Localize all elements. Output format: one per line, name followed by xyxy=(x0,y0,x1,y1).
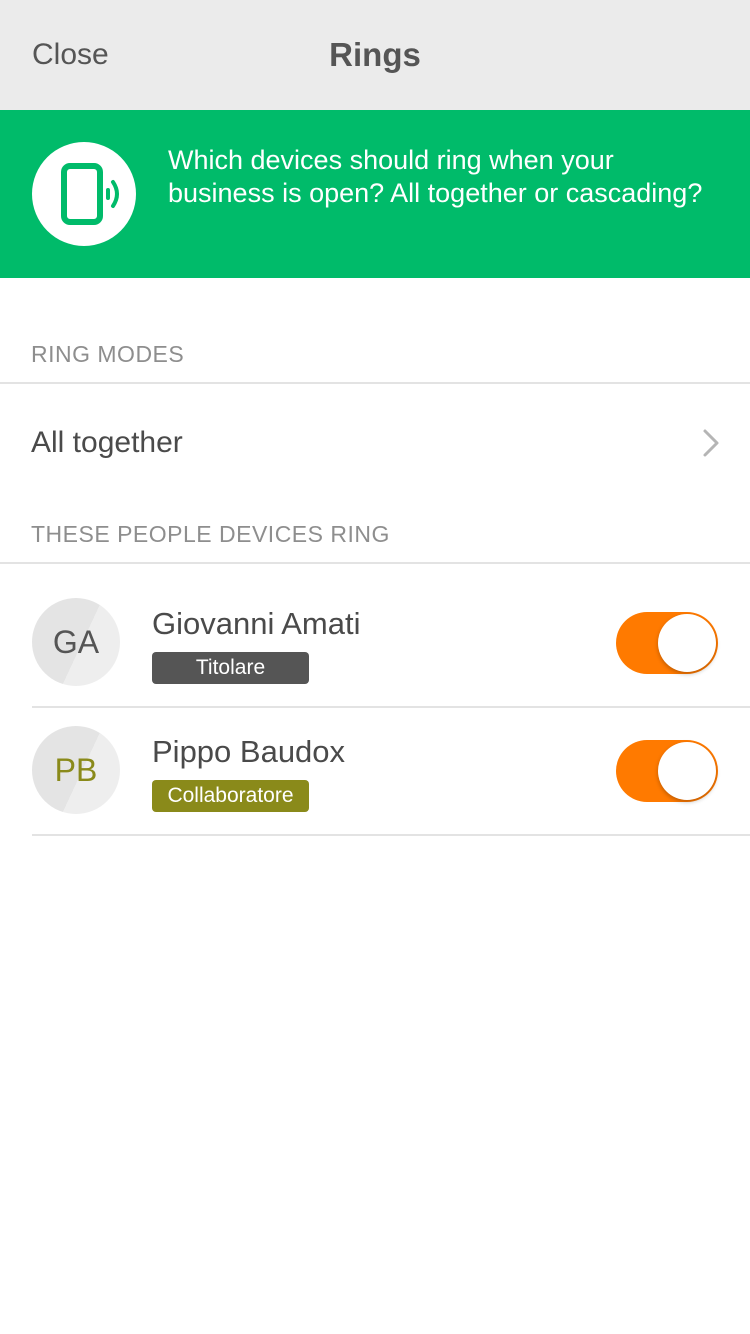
person-name: Pippo Baudox xyxy=(152,734,346,769)
toggle-knob xyxy=(658,614,716,672)
avatar: PB xyxy=(32,726,120,814)
chevron-right-icon xyxy=(703,429,719,457)
person-row-giovanni-amati: GA Giovanni Amati Titolare xyxy=(0,564,750,692)
banner-message: Which devices should ring when your busi… xyxy=(168,145,703,208)
ring-mode-row[interactable]: All together xyxy=(0,384,750,504)
role-badge: Collaboratore xyxy=(152,780,309,812)
people-header: THESE PEOPLE DEVICES RING xyxy=(31,521,390,547)
row-divider xyxy=(32,834,750,836)
ring-mode-value: All together xyxy=(31,426,183,459)
person-row-pippo-baudox: PB Pippo Baudox Collaboratore xyxy=(0,692,750,820)
ring-toggle[interactable] xyxy=(616,612,718,674)
info-banner: Which devices should ring when your busi… xyxy=(0,110,750,278)
page-title: Rings xyxy=(329,36,421,73)
person-name: Giovanni Amati xyxy=(152,606,361,641)
ring-modes-header: RING MODES xyxy=(31,341,185,367)
navigation-bar: Close Rings xyxy=(0,0,750,110)
avatar-initials: PB xyxy=(54,752,98,788)
role-badge: Titolare xyxy=(152,652,309,684)
toggle-knob xyxy=(658,742,716,800)
ring-toggle[interactable] xyxy=(616,740,718,802)
avatar: GA xyxy=(32,598,120,686)
phone-ringing-icon xyxy=(32,142,136,246)
avatar-initials: GA xyxy=(52,624,100,660)
